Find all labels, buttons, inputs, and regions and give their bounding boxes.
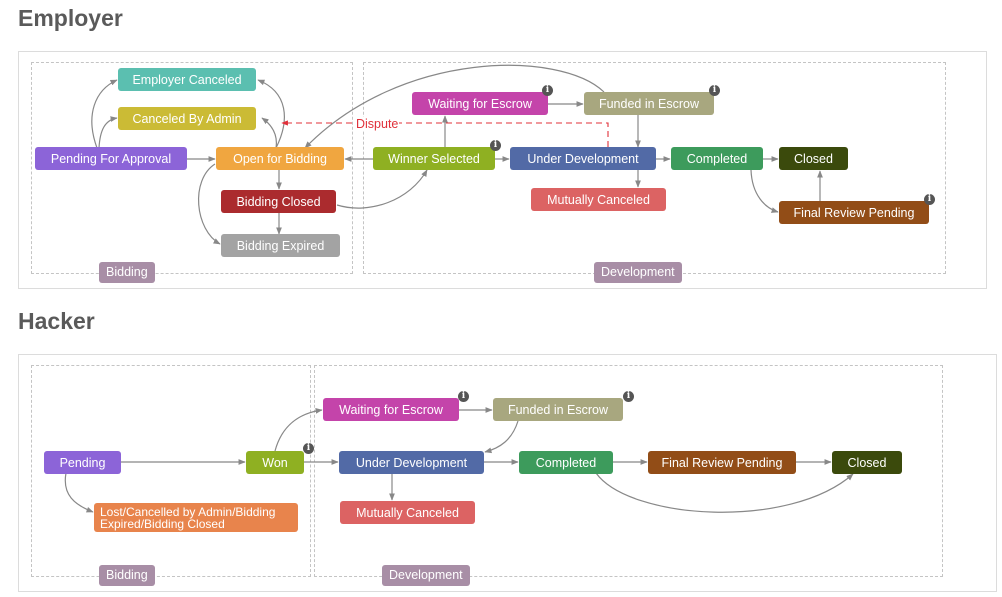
employer-node-employer-canceled[interactable]: Employer Canceled [118, 68, 256, 91]
employer-bidding-group-label: Bidding [99, 262, 155, 283]
hacker-funded-in-escrow-info-icon[interactable]: i [623, 391, 634, 402]
hacker-node-completed[interactable]: Completed [519, 451, 613, 474]
waiting-for-escrow-info-icon[interactable]: i [542, 85, 553, 96]
hacker-waiting-for-escrow-info-icon[interactable]: i [458, 391, 469, 402]
employer-node-bidding-expired[interactable]: Bidding Expired [221, 234, 340, 257]
employer-node-funded-in-escrow[interactable]: Funded in Escrow [584, 92, 714, 115]
hacker-node-funded-in-escrow[interactable]: Funded in Escrow [493, 398, 623, 421]
hacker-node-won[interactable]: Won [246, 451, 304, 474]
employer-node-mutually-canceled[interactable]: Mutually Canceled [531, 188, 666, 211]
employer-node-under-development[interactable]: Under Development [510, 147, 656, 170]
employer-node-winner-selected[interactable]: Winner Selected [373, 147, 495, 170]
hacker-section-title: Hacker [18, 308, 95, 334]
employer-node-completed[interactable]: Completed [671, 147, 763, 170]
employer-node-final-review-pending[interactable]: Final Review Pending [779, 201, 929, 224]
employer-node-closed[interactable]: Closed [779, 147, 848, 170]
employer-section-title: Employer [18, 5, 123, 31]
winner-selected-info-icon[interactable]: i [490, 140, 501, 151]
hacker-node-under-development[interactable]: Under Development [339, 451, 484, 474]
funded-in-escrow-info-icon[interactable]: i [709, 85, 720, 96]
hacker-node-lost-cancelled[interactable]: Lost/Cancelled by Admin/Bidding Expired/… [94, 503, 298, 532]
employer-node-waiting-for-escrow[interactable]: Waiting for Escrow [412, 92, 548, 115]
hacker-node-pending[interactable]: Pending [44, 451, 121, 474]
employer-node-bidding-closed[interactable]: Bidding Closed [221, 190, 336, 213]
hacker-node-waiting-for-escrow[interactable]: Waiting for Escrow [323, 398, 459, 421]
employer-node-open-for-bidding[interactable]: Open for Bidding [216, 147, 344, 170]
employer-node-pending-for-approval[interactable]: Pending For Approval [35, 147, 187, 170]
final-review-pending-info-icon[interactable]: i [924, 194, 935, 205]
hacker-node-closed[interactable]: Closed [832, 451, 902, 474]
won-info-icon[interactable]: i [303, 443, 314, 454]
hacker-development-group-label: Development [382, 565, 470, 586]
hacker-node-final-review-pending[interactable]: Final Review Pending [648, 451, 796, 474]
hacker-node-mutually-canceled[interactable]: Mutually Canceled [340, 501, 475, 524]
employer-development-group-label: Development [594, 262, 682, 283]
hacker-bidding-group-label: Bidding [99, 565, 155, 586]
dispute-label: Dispute [355, 117, 400, 131]
employer-node-canceled-by-admin[interactable]: Canceled By Admin [118, 107, 256, 130]
